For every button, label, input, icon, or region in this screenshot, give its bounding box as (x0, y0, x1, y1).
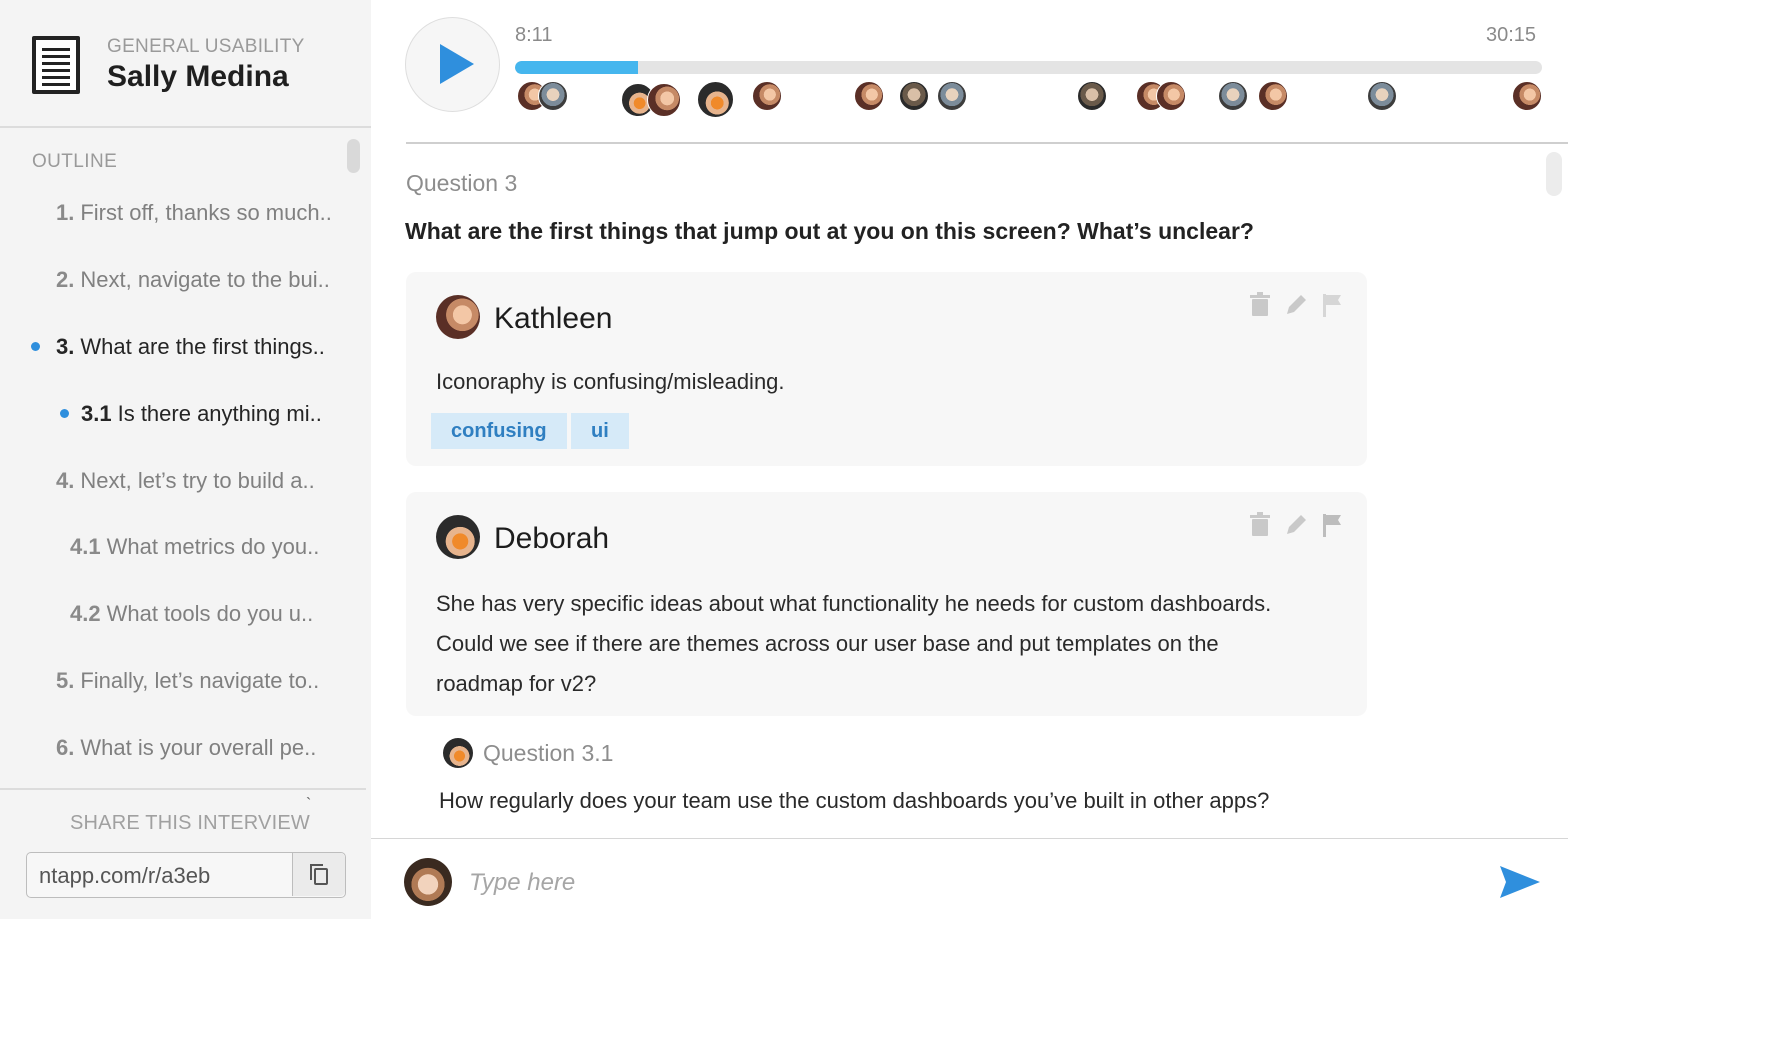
note-text-line: roadmap for v2? (436, 671, 597, 696)
timeline-marker-avatar[interactable] (937, 81, 967, 111)
pencil-icon[interactable] (1284, 512, 1308, 538)
timeline-marker-avatar[interactable] (1512, 81, 1542, 111)
outline-item-3-1[interactable]: 3.1 Is there anything mi.. (81, 401, 322, 427)
pencil-icon[interactable] (1284, 292, 1308, 318)
outline-item-number: 1. (56, 200, 75, 225)
sidebar: GENERAL USABILITY Sally Medina OUTLINE 1… (0, 0, 371, 919)
outline-item-1[interactable]: 1. First off, thanks so much.. (56, 200, 332, 226)
note-author: Kathleen (494, 302, 613, 335)
outline-item-label: What are the first things.. (80, 334, 325, 359)
trash-icon[interactable] (1248, 512, 1272, 538)
timeline-track[interactable] (515, 61, 1542, 74)
note-card: Deborah She has very specific ideas abou… (406, 492, 1367, 716)
message-input[interactable]: Type here (469, 869, 575, 897)
avatar (443, 738, 473, 768)
active-indicator-dot (60, 409, 69, 418)
note-actions (1248, 292, 1343, 322)
outline-item-label: What is your overall pe.. (80, 735, 317, 760)
outline-item-label: What tools do you u.. (106, 601, 314, 626)
subquestion-text: How regularly does your team use the cus… (439, 788, 1270, 813)
copy-icon (310, 864, 328, 885)
current-time: 8:11 (515, 24, 553, 46)
note-text-line: She has very specific ideas about what f… (436, 591, 1272, 616)
timeline-marker-avatar[interactable] (1077, 81, 1107, 111)
sidebar-divider (0, 788, 366, 790)
outline-item-number: 3. (56, 334, 75, 359)
note-actions (1248, 512, 1343, 542)
outline-item-4-1[interactable]: 4.1 What metrics do you.. (70, 534, 319, 560)
outline-item-label: First off, thanks so much.. (80, 200, 332, 225)
outline-item-number: 4.1 (70, 534, 101, 559)
trash-icon[interactable] (1248, 292, 1272, 318)
outline-item-2[interactable]: 2. Next, navigate to the bui.. (56, 267, 330, 293)
timeline-marker-avatar[interactable] (1218, 81, 1248, 111)
timeline-marker-avatar[interactable] (1156, 81, 1186, 111)
outline-item-4-2[interactable]: 4.2 What tools do you u.. (70, 601, 313, 627)
outline-item-number: 2. (56, 267, 75, 292)
timeline-marker-avatar[interactable] (854, 81, 884, 111)
tag-chip[interactable]: ui (571, 413, 629, 449)
share-link-field[interactable]: ntapp.com/r/a3eb (26, 852, 346, 898)
outline-item-label: What metrics do you.. (106, 534, 320, 559)
sidebar-header: GENERAL USABILITY Sally Medina (0, 0, 371, 128)
interview-category: GENERAL USABILITY (107, 36, 305, 57)
outline-item-number: 4. (56, 468, 75, 493)
outline-item-4[interactable]: 4. Next, let’s try to build a.. (56, 468, 315, 494)
active-indicator-dot (31, 342, 40, 351)
outline-item-6[interactable]: 6. What is your overall pe.. (56, 735, 316, 761)
play-icon (440, 44, 474, 84)
timeline-marker-avatar[interactable] (697, 81, 734, 118)
outline-item-5[interactable]: 5. Finally, let’s navigate to.. (56, 668, 319, 694)
subquestion-label: Question 3.1 (483, 740, 614, 766)
note-card: Kathleen Iconoraphy is confusing/mislead… (406, 272, 1367, 466)
share-url[interactable]: ntapp.com/r/a3eb (39, 863, 210, 889)
share-heading: SHARE THIS INTERVIEW (70, 812, 310, 834)
total-time: 30:15 (1486, 24, 1537, 46)
outline-heading: OUTLINE (32, 151, 118, 172)
note-text-line: Could we see if there are themes across … (436, 631, 1219, 656)
outline-item-number: 6. (56, 735, 75, 760)
player-divider (406, 142, 1568, 144)
avatar (436, 515, 480, 559)
note-text: Iconoraphy is confusing/misleading. (436, 369, 785, 394)
timeline-marker-avatar[interactable] (899, 81, 929, 111)
timeline-marker-avatar[interactable] (752, 81, 782, 111)
flag-icon[interactable] (1320, 292, 1344, 318)
document-icon (32, 36, 80, 94)
avatar (436, 295, 480, 339)
send-icon[interactable] (1498, 864, 1542, 900)
play-button[interactable] (405, 17, 500, 112)
tag-chip[interactable]: confusing (431, 413, 567, 449)
copy-link-button[interactable] (292, 853, 345, 896)
outline-item-label: Next, navigate to the bui.. (80, 267, 330, 292)
composer-bar: Type here (371, 838, 1568, 919)
sidebar-scrollbar[interactable] (347, 139, 360, 173)
timeline-marker-avatar[interactable] (1258, 81, 1288, 111)
timeline-marker-avatar[interactable] (538, 81, 568, 111)
timeline-marker-avatar[interactable] (1367, 81, 1397, 111)
outline-item-number: 3.1 (81, 401, 112, 426)
outline-item-label: Is there anything mi.. (117, 401, 322, 426)
timeline-marker-avatar[interactable] (647, 83, 681, 117)
outline-item-label: Finally, let’s navigate to.. (80, 668, 320, 693)
avatar (404, 858, 452, 906)
outline-item-number: 5. (56, 668, 75, 693)
note-author: Deborah (494, 522, 610, 555)
main-scrollbar[interactable] (1546, 152, 1562, 196)
participant-name: Sally Medina (107, 60, 289, 93)
timeline-progress (515, 61, 639, 74)
flag-icon[interactable] (1320, 512, 1344, 538)
outline-item-3[interactable]: 3. What are the first things.. (56, 334, 325, 360)
outline-item-number: 4.2 (70, 601, 101, 626)
question-label: Question 3 (406, 170, 518, 196)
question-text: What are the first things that jump out … (405, 218, 1254, 244)
outline-item-label: Next, let’s try to build a.. (80, 468, 315, 493)
